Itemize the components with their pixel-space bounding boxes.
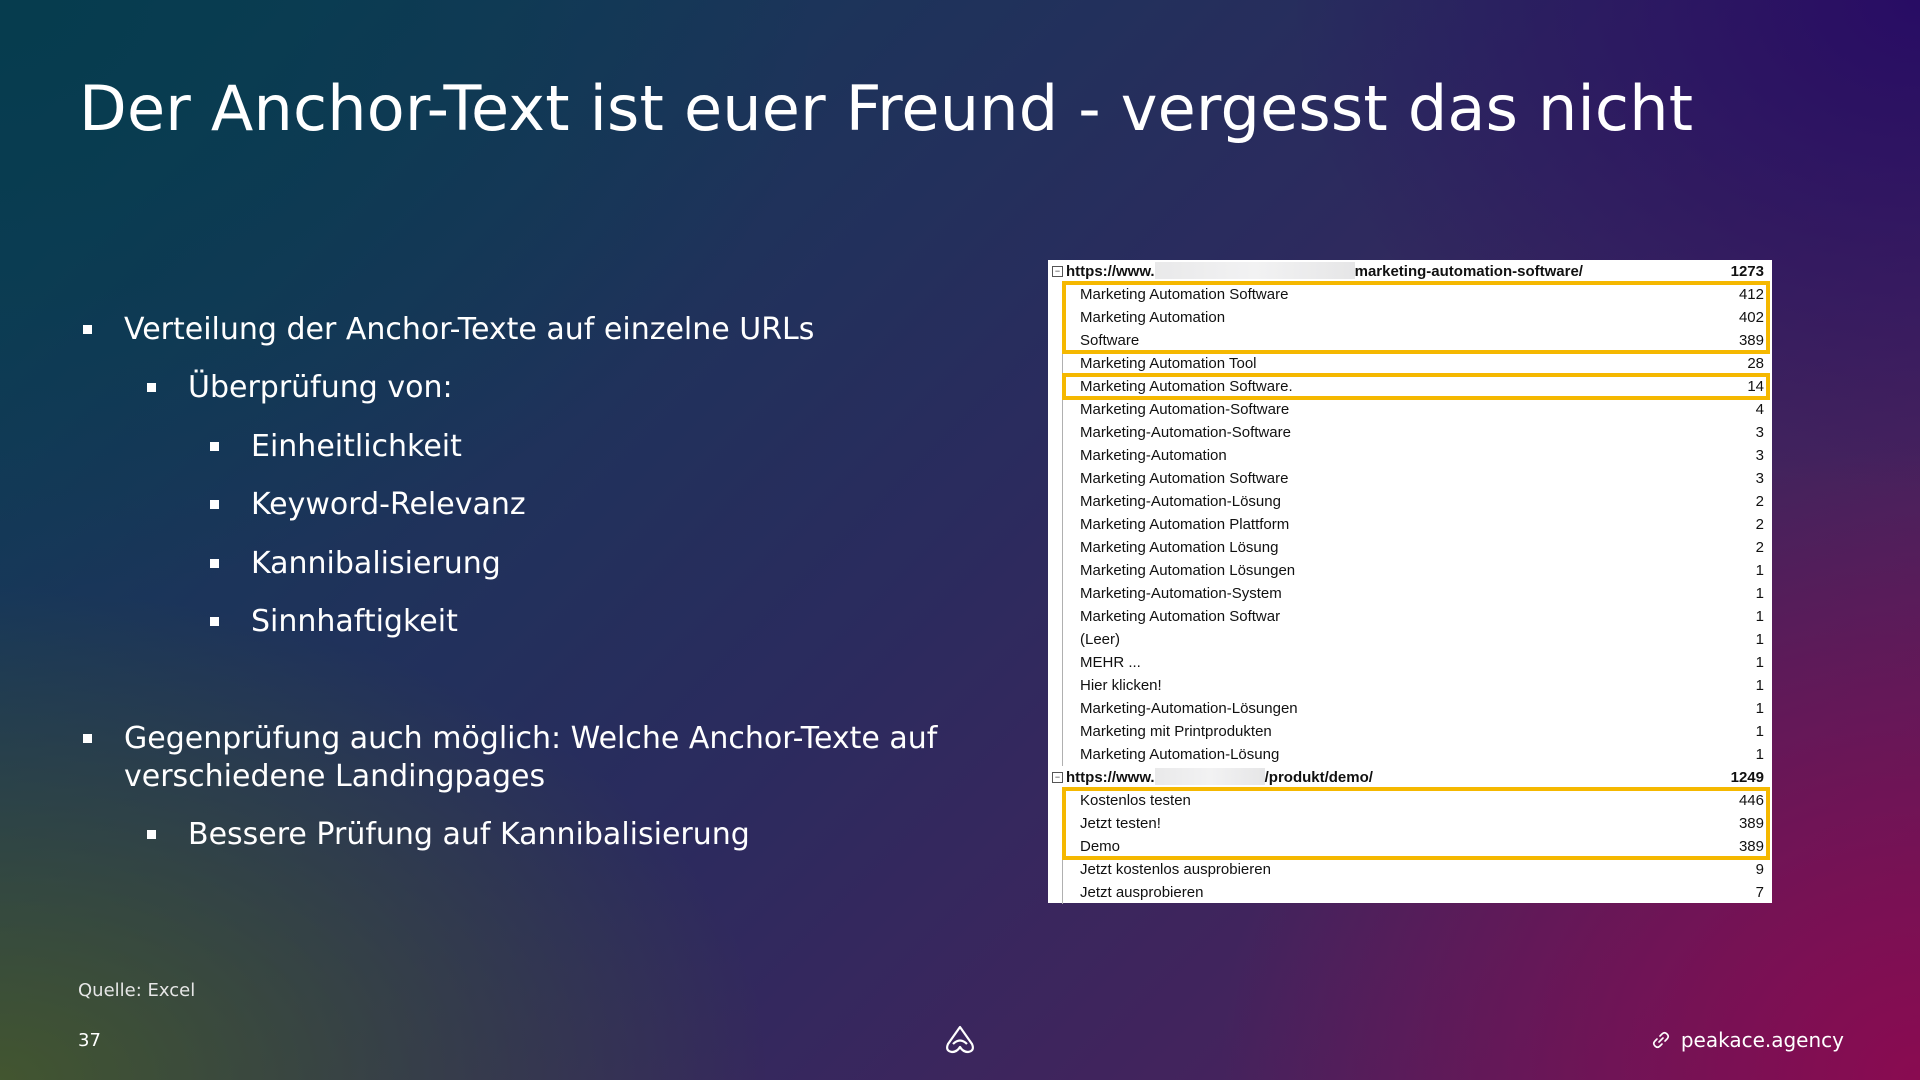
- anchor-text-count: 3: [1755, 470, 1764, 487]
- anchor-text-label: Marketing Automation-Software: [1080, 401, 1290, 418]
- highlight-box: [1062, 373, 1770, 400]
- table-row: Marketing-Automation-Lösung 2: [1048, 490, 1772, 513]
- page-number: 37: [78, 1030, 101, 1051]
- anchor-text-label: Marketing Automation Software: [1080, 470, 1289, 487]
- anchor-text-label: Marketing-Automation-System: [1080, 585, 1282, 602]
- anchor-text-label: (Leer): [1080, 631, 1121, 648]
- table-group-total: 1273: [1730, 263, 1764, 280]
- bullet-item: Einheitlichkeit: [210, 428, 462, 466]
- table-row: Marketing Automation Lösungen 1: [1048, 559, 1772, 582]
- bullet-square-icon: [83, 734, 92, 743]
- anchor-text-label: Marketing-Automation-Lösungen: [1080, 700, 1298, 717]
- collapse-minus-icon: −: [1052, 266, 1063, 277]
- anchor-text-label: Marketing Automation Lösung: [1080, 539, 1279, 556]
- table-row: Jetzt kostenlos ausprobieren 9: [1048, 858, 1772, 881]
- anchor-text-count: 1: [1755, 585, 1764, 602]
- anchor-text-count: 2: [1755, 539, 1764, 556]
- anchor-text-count: 1: [1755, 700, 1764, 717]
- anchor-text-label: Jetzt kostenlos ausprobieren: [1080, 861, 1271, 878]
- anchor-text-label: Marketing Automation Lösungen: [1080, 562, 1296, 579]
- table-row: Marketing mit Printprodukten 1: [1048, 720, 1772, 743]
- table-row: Hier klicken! 1: [1048, 674, 1772, 697]
- table-row: Marketing Automation-Lösung 1: [1048, 743, 1772, 766]
- anchor-text-label: Marketing-Automation-Software: [1080, 424, 1291, 441]
- table-group-url: https://www. marketing-automation-softwar…: [1066, 262, 1583, 280]
- table-group-total: 1249: [1730, 769, 1764, 786]
- anchor-text-label: Hier klicken!: [1080, 677, 1162, 694]
- anchor-text-label: Marketing-Automation: [1080, 447, 1227, 464]
- anchor-text-count: 1: [1755, 562, 1764, 579]
- table-row: Marketing Automation-Software 4: [1048, 398, 1772, 421]
- anchor-text-table-screenshot: − https://www. marketing-automation-softwa…: [1048, 260, 1772, 904]
- table-row: (Leer) 1: [1048, 628, 1772, 651]
- table-row: Marketing-Automation-Software 3: [1048, 421, 1772, 444]
- anchor-text-count: 1: [1755, 677, 1764, 694]
- bullet-item: Keyword-Relevanz: [210, 486, 526, 524]
- bullet-item: Gegenprüfung auch möglich: Welche Anchor…: [83, 720, 937, 796]
- bullet-square-icon: [147, 383, 156, 392]
- table-row: MEHR ... 1: [1048, 651, 1772, 674]
- bullet-square-icon: [210, 559, 219, 568]
- anchor-text-label: MEHR ...: [1080, 654, 1141, 671]
- anchor-text-count: 4: [1755, 401, 1764, 418]
- anchor-text-count: 2: [1755, 516, 1764, 533]
- highlight-box: [1062, 787, 1770, 860]
- anchor-text-label: Marketing-Automation-Lösung: [1080, 493, 1281, 510]
- highlight-box: [1062, 281, 1770, 354]
- source-note: Quelle: Excel: [78, 980, 196, 1001]
- table-row: Marketing Automation Lösung 2: [1048, 536, 1772, 559]
- anchor-text-count: 1: [1755, 723, 1764, 740]
- bullet-item: Sinnhaftigkeit: [210, 603, 458, 641]
- bullet-square-icon: [147, 830, 156, 839]
- table-row: Jetzt ausprobieren 7: [1048, 881, 1772, 904]
- table-row: Marketing-Automation-System 1: [1048, 582, 1772, 605]
- anchor-text-count: 3: [1755, 447, 1764, 464]
- bullet-square-icon: [210, 442, 219, 451]
- table-group-url-row: − https://www. marketing-automation-softwa…: [1048, 260, 1772, 283]
- anchor-text-count: 2: [1755, 493, 1764, 510]
- anchor-text-count: 1: [1755, 654, 1764, 671]
- bullet-square-icon: [210, 500, 219, 509]
- anchor-text-count: 1: [1755, 746, 1764, 763]
- table-row: Marketing-Automation-Lösungen 1: [1048, 697, 1772, 720]
- bullet-square-icon: [210, 617, 219, 626]
- table-row: Marketing-Automation 3: [1048, 444, 1772, 467]
- table-group-url-row: − https://www./produkt/demo/1249: [1048, 766, 1772, 789]
- anchor-text-label: Marketing Automation Tool: [1080, 355, 1257, 372]
- anchor-text-label: Jetzt ausprobieren: [1080, 884, 1204, 901]
- tree-guide-line: [1062, 283, 1063, 766]
- peakace-logo-icon: [946, 1025, 974, 1054]
- bullet-item: Verteilung der Anchor-Texte auf einzelne…: [83, 311, 814, 349]
- bullet-list: Verteilung der Anchor-Texte auf einzelne…: [0, 0, 960, 900]
- link-icon: [1652, 1031, 1669, 1049]
- anchor-text-label: Marketing mit Printprodukten: [1080, 723, 1272, 740]
- table-row: Marketing Automation Softwar 1: [1048, 605, 1772, 628]
- redacted-domain: [1154, 768, 1265, 785]
- anchor-text-count: 3: [1755, 424, 1764, 441]
- collapse-minus-icon: −: [1052, 772, 1063, 783]
- anchor-text-label: Marketing Automation Plattform: [1080, 516, 1290, 533]
- table-row: Marketing Automation Software 3: [1048, 467, 1772, 490]
- table-group-url: https://www./produkt/demo/: [1066, 768, 1373, 786]
- footer-website-link[interactable]: peakace.agency: [1651, 1028, 1844, 1052]
- table-row: Marketing Automation Tool 28: [1048, 352, 1772, 375]
- redacted-domain: [1154, 262, 1355, 279]
- anchor-text-count: 1: [1755, 631, 1764, 648]
- bullet-item: Bessere Prüfung auf Kannibalisierung: [147, 816, 750, 854]
- bullet-item: Überprüfung von:: [147, 369, 453, 407]
- anchor-text-count: 7: [1755, 884, 1764, 901]
- bullet-item: Kannibalisierung: [210, 545, 501, 583]
- anchor-text-count: 9: [1755, 861, 1764, 878]
- anchor-text-label: Marketing Automation-Lösung: [1080, 746, 1280, 763]
- bullet-square-icon: [83, 325, 92, 334]
- table-row: Marketing Automation Plattform 2: [1048, 513, 1772, 536]
- anchor-text-count: 28: [1747, 355, 1764, 372]
- anchor-text-label: Marketing Automation Softwar: [1080, 608, 1281, 625]
- anchor-text-count: 1: [1755, 608, 1764, 625]
